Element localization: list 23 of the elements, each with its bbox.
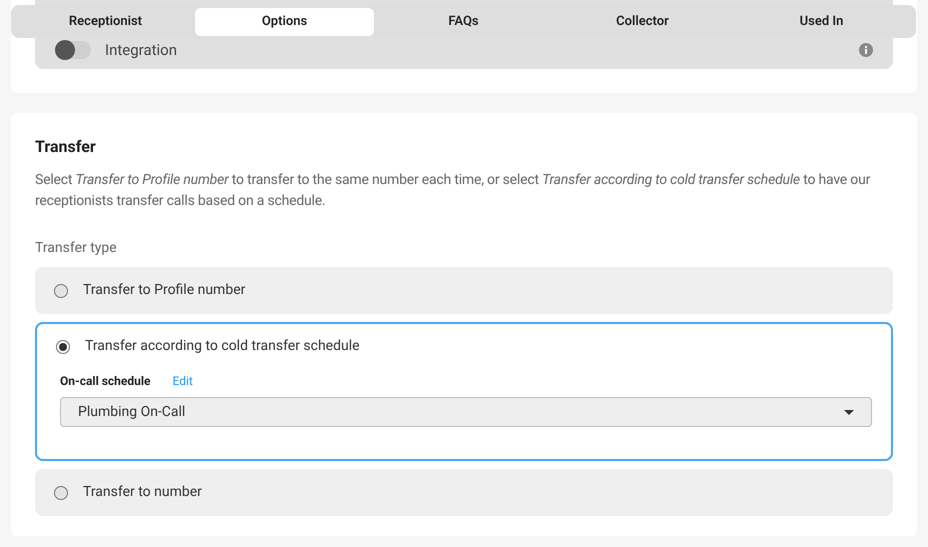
tab[interactable]: Collector	[553, 8, 732, 36]
transfer-option[interactable]: Transfer according to cold transfer schedule On-call schedule Edit Plumbing On-Call	[35, 322, 893, 461]
tab[interactable]: FAQs	[374, 8, 553, 36]
option-label: Transfer to number	[83, 483, 202, 502]
tab[interactable]: Receptionist	[16, 8, 195, 36]
option-label: Transfer to Profile number	[83, 281, 246, 300]
transfer-option[interactable]: Transfer to Profile number	[35, 267, 893, 314]
tab[interactable]: Options	[195, 8, 374, 36]
caret-icon	[844, 410, 854, 414]
option-label: Transfer according to cold transfer schedule	[85, 337, 360, 356]
radio-button[interactable]	[54, 284, 68, 298]
section-title: Transfer	[35, 137, 97, 157]
integration-toggle[interactable]	[55, 41, 91, 59]
transfer-type-label: Transfer type	[35, 239, 118, 258]
schedule-label: On-call schedule	[60, 373, 150, 390]
integration-label: Integration	[105, 41, 177, 59]
radio-button[interactable]	[56, 340, 70, 354]
tab[interactable]: Used In	[732, 8, 911, 36]
radio-button[interactable]	[54, 486, 68, 500]
info-icon	[859, 43, 873, 57]
schedule-dropdown[interactable]: Plumbing On-Call	[60, 397, 872, 427]
transfer-option[interactable]: Transfer to number	[35, 469, 893, 516]
description: Select Transfer to Profile number to transfer to the same number each time, or select Transfer according to cold transfer schedule to have our receptionists transfer calls based on a schedule.	[35, 171, 872, 211]
